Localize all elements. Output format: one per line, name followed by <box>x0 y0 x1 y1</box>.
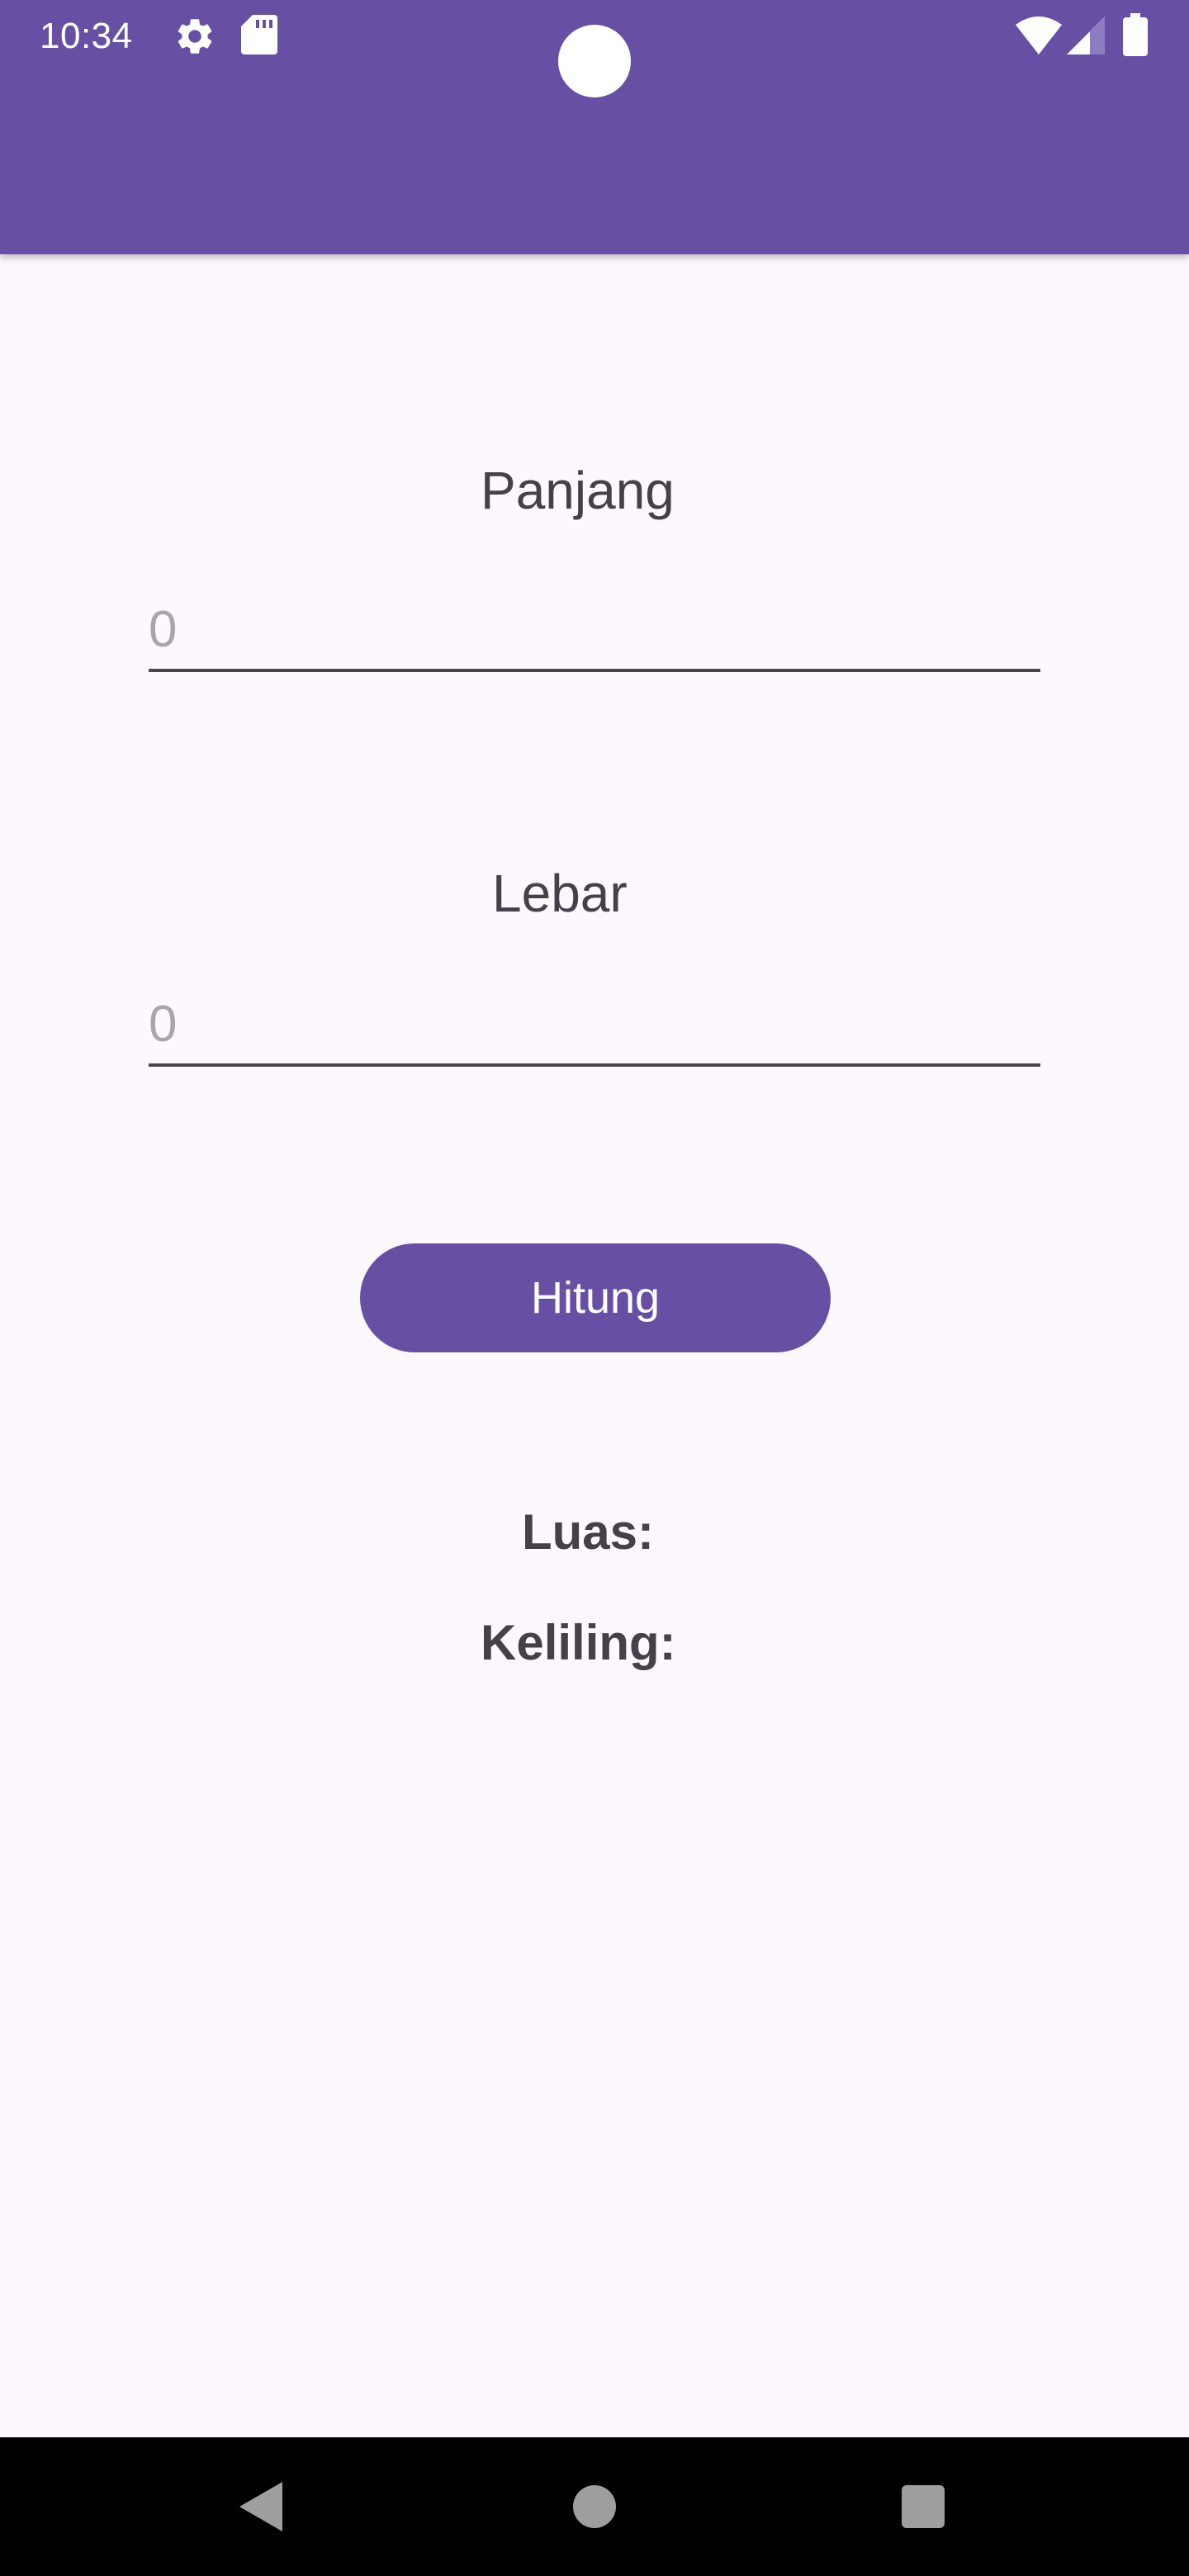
wifi-icon <box>1016 17 1062 54</box>
gear-icon <box>178 19 212 54</box>
app-bar: 10:34 <box>0 0 1189 254</box>
lebar-label: Lebar <box>492 864 628 923</box>
recents-icon[interactable] <box>902 2485 945 2528</box>
battery-icon <box>1123 13 1148 56</box>
panjang-input[interactable] <box>149 590 1040 672</box>
sd-card-icon <box>241 15 277 54</box>
home-icon[interactable] <box>573 2485 616 2528</box>
luas-result-label: Luas: <box>522 1504 655 1560</box>
hitung-button[interactable]: Hitung <box>360 1243 831 1352</box>
camera-cutout <box>558 25 631 97</box>
panjang-label: Panjang <box>481 461 675 520</box>
lebar-input[interactable] <box>149 984 1040 1067</box>
back-icon[interactable] <box>239 2482 282 2531</box>
cellular-signal-icon <box>1067 17 1105 54</box>
status-time: 10:34 <box>40 16 133 56</box>
keliling-result-label: Keliling: <box>481 1615 676 1670</box>
